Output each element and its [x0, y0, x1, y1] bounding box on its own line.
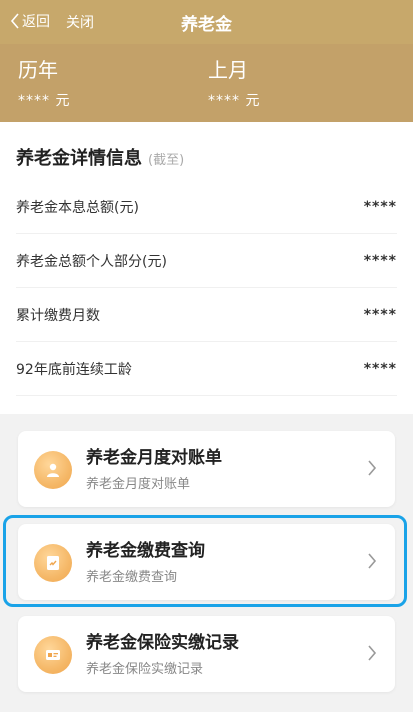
detail-row-value: ****	[363, 252, 397, 269]
payment-query-entry[interactable]: 养老金缴费查询 养老金缴费查询	[18, 524, 395, 600]
detail-row: 养老金总额个人部分(元) ****	[16, 234, 397, 288]
chevron-right-icon	[368, 460, 377, 476]
detail-row: 累计缴费月数 ****	[16, 288, 397, 342]
entry-subtitle: 养老金保险实缴记录	[86, 662, 204, 677]
page-title: 养老金	[181, 15, 232, 35]
person-icon	[34, 451, 72, 489]
detail-row: 养老金本息总额(元) ****	[16, 180, 397, 234]
detail-row-label: 92年底前连续工龄	[16, 361, 132, 378]
card-icon	[34, 636, 72, 674]
detail-subtitle: (截至)	[148, 153, 185, 168]
detail-row-label: 养老金总额个人部分(元)	[16, 253, 167, 270]
entry-title: 养老金保险实缴记录	[86, 633, 239, 653]
detail-row-label: 累计缴费月数	[16, 307, 100, 324]
summary-historical-label: 历年	[18, 58, 58, 82]
monthly-statement-entry[interactable]: 养老金月度对账单 养老金月度对账单	[18, 431, 395, 507]
detail-row-value: ****	[363, 306, 397, 323]
entry-subtitle: 养老金月度对账单	[86, 477, 191, 492]
summary-last-month: 上月 **** 元	[208, 58, 260, 110]
insurance-record-entry[interactable]: 养老金保险实缴记录 养老金保险实缴记录	[18, 616, 395, 692]
detail-header: 养老金详情信息 (截至)	[16, 144, 184, 170]
detail-row-value: ****	[363, 198, 397, 215]
summary-last-month-value: **** 元	[208, 93, 261, 109]
summary-last-month-label: 上月	[208, 58, 248, 82]
top-bar: 返回 关闭 养老金	[0, 0, 413, 44]
entry-title: 养老金缴费查询	[86, 541, 205, 561]
detail-title: 养老金详情信息	[16, 148, 142, 169]
document-icon	[34, 544, 72, 582]
detail-row-value: ****	[363, 360, 397, 377]
chevron-right-icon	[368, 645, 377, 661]
detail-row-label: 养老金本息总额(元)	[16, 199, 139, 216]
entry-title: 养老金月度对账单	[86, 448, 222, 468]
summary-historical-value: **** 元	[18, 93, 71, 109]
detail-row: 92年底前连续工龄 ****	[16, 342, 397, 396]
entry-subtitle: 养老金缴费查询	[86, 570, 178, 585]
pension-detail-section: 养老金详情信息 (截至) 养老金本息总额(元) **** 养老金总额个人部分(元…	[0, 122, 413, 414]
chevron-right-icon	[368, 553, 377, 569]
pension-summary: 历年 **** 元 上月 **** 元	[0, 44, 413, 122]
summary-historical: 历年 **** 元	[18, 58, 70, 110]
